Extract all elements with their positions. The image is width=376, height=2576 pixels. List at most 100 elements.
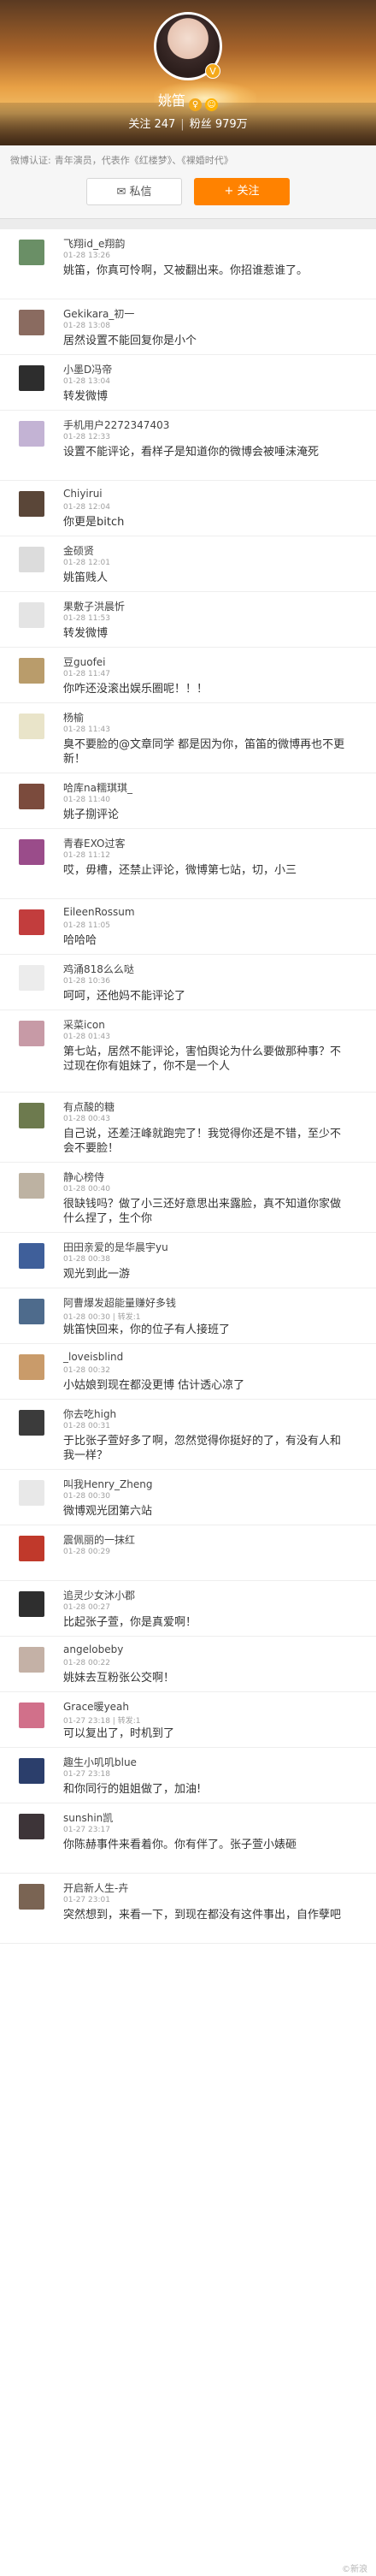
mail-icon: ✉ (116, 186, 126, 198)
comment-item[interactable]: _loveisblind 01-28 00:32 小姑娘到现在都没更博 估计透心凉了 (0, 1344, 376, 1400)
commenter-avatar[interactable] (19, 1299, 44, 1324)
comment-item[interactable]: 趣生小叽叽blue 01-27 23:18 和你同行的姐姐做了，加油! (0, 1748, 376, 1803)
commenter-name[interactable]: Gekikara_初一 (63, 306, 134, 321)
commenter-avatar[interactable] (19, 1103, 44, 1128)
commenter-name[interactable]: 青春EXO过客 (63, 836, 125, 850)
comment-item[interactable]: 震佩丽的一抹红 01-28 00:29 (0, 1525, 376, 1581)
comment-text: 突然想到，来看一下，到现在都没有这件事出，自作孽吧 (63, 1909, 342, 1922)
commenter-avatar[interactable] (19, 1884, 44, 1910)
commenter-avatar[interactable] (19, 1173, 44, 1199)
comment-item[interactable]: 哈库na糯琪琪_ 01-28 11:40 姚子捌评论 (0, 773, 376, 829)
commenter-name[interactable]: 叫我Henry_Zheng (63, 1477, 152, 1491)
member-icon: ☺ (205, 98, 218, 111)
commenter-name[interactable]: 金硕贤 (63, 543, 94, 558)
comment-time: 01-28 00:30 (63, 1492, 110, 1501)
commenter-avatar[interactable] (19, 1591, 44, 1617)
comment-item[interactable]: 金硕贤 01-28 12:01 姚笛贱人 (0, 536, 376, 592)
commenter-avatar[interactable] (19, 965, 44, 991)
comment-item[interactable]: 有点酸的糖 01-28 00:43 自己说，还差汪峰就跑完了！我觉得你还是不错，至少… (0, 1093, 376, 1163)
commenter-avatar[interactable] (19, 784, 44, 809)
commenter-avatar[interactable] (19, 1647, 44, 1673)
commenter-avatar[interactable] (19, 491, 44, 517)
commenter-avatar[interactable] (19, 658, 44, 684)
comment-item[interactable]: sunshin凯 01-27 23:17 你陈赫事件来看着你。你有伴了。张子萱小婊砸 (0, 1803, 376, 1874)
commenter-avatar[interactable] (19, 909, 44, 935)
fans-link[interactable]: 粉丝 979万 (190, 118, 248, 131)
commenter-avatar[interactable] (19, 1410, 44, 1436)
comment-time: 01-28 11:05 (63, 921, 110, 930)
commenter-avatar[interactable] (19, 310, 44, 335)
comment-item[interactable]: 青春EXO过客 01-28 11:12 哎，毋槽，还禁止评论，微博第七站，切，小三 (0, 829, 376, 899)
commenter-avatar[interactable] (19, 1243, 44, 1269)
comment-time: 01-28 00:29 (63, 1548, 110, 1556)
comment-text: 你咋还没滚出娱乐圈呢！！！ (63, 683, 209, 696)
commenter-name[interactable]: 哈库na糯琪琪_ (63, 780, 132, 795)
commenter-avatar[interactable] (19, 1354, 44, 1380)
commenter-avatar[interactable] (19, 1536, 44, 1561)
comment-item[interactable]: Gekikara_初一 01-28 13:08 居然设置不能回复你是小个 (0, 299, 376, 355)
commenter-name[interactable]: 杨榆 (63, 710, 84, 725)
comment-item[interactable]: 豆guofei 01-28 11:47 你咋还没滚出娱乐圈呢！！！ (0, 648, 376, 703)
message-button[interactable]: ✉ 私信 (86, 178, 182, 205)
commenter-name[interactable]: Grace暖yeah (63, 1699, 129, 1714)
comment-item[interactable]: 追灵少女沐小郡 01-28 00:27 比起张子萱，你是真爱啊！ (0, 1581, 376, 1637)
commenter-name[interactable]: Chiyirui (63, 488, 103, 500)
commenter-avatar[interactable] (19, 547, 44, 572)
commenter-name[interactable]: 豆guofei (63, 654, 106, 669)
commenter-avatar[interactable] (19, 839, 44, 865)
follow-link[interactable]: 关注 247 (128, 118, 175, 131)
commenter-avatar[interactable] (19, 714, 44, 739)
commenter-avatar[interactable] (19, 1480, 44, 1506)
commenter-avatar[interactable] (19, 421, 44, 447)
follow-button[interactable]: + 关注 (194, 178, 290, 205)
commenter-name[interactable]: 开启新人生-卉 (63, 1880, 128, 1895)
commenter-avatar[interactable] (19, 1814, 44, 1839)
comment-item[interactable]: 阿曹爆发超能量赚好多钱 01-28 00:30 | 转发:1 姚笛快回来，你的位子有… (0, 1288, 376, 1344)
comment-item[interactable]: 果敷子洪晨忻 01-28 11:53 转发微博 (0, 592, 376, 648)
commenter-avatar[interactable] (19, 1758, 44, 1784)
commenter-name[interactable]: 追灵少女沐小郡 (63, 1588, 135, 1602)
commenter-avatar[interactable] (19, 1021, 44, 1046)
commenter-name[interactable]: 田田亲爱的是华晨宇yu (63, 1240, 168, 1254)
comment-item[interactable]: 你去吃high 01-28 00:31 于比张子萱好多了啊，忽然觉得你挺好的了，有没… (0, 1400, 376, 1470)
comment-item[interactable]: Grace暖yeah 01-27 23:18 | 转发:1 可以复出了，时机到了 (0, 1692, 376, 1748)
comment-item[interactable]: 采菜icon 01-28 01:43 第七站，居然不能评论，害怕舆论为什么要做那种事… (0, 1010, 376, 1093)
comment-time: 01-28 13:26 (63, 252, 110, 260)
commenter-name[interactable]: 采菜icon (63, 1017, 105, 1032)
commenter-name[interactable]: 有点酸的糖 (63, 1099, 115, 1114)
comment-item[interactable]: 杨榆 01-28 11:43 臭不要脸的@文章同学 都是因为你，笛笛的微博再也不更新… (0, 703, 376, 773)
comment-item[interactable]: EileenRossum 01-28 11:05 哈哈哈 (0, 899, 376, 955)
comment-item[interactable]: angelobeby 01-28 00:22 姚妹去互粉张公交啊！ (0, 1637, 376, 1692)
commenter-name[interactable]: 阿曹爆发超能量赚好多钱 (63, 1295, 176, 1310)
commenter-name[interactable]: 趣生小叽叽blue (63, 1755, 137, 1769)
commenter-name[interactable]: 果敷子洪晨忻 (63, 599, 125, 613)
commenter-name[interactable]: 鸡涌818么么哒 (63, 962, 134, 976)
commenter-name[interactable]: 你去吃high (63, 1406, 116, 1421)
comment-text: 姚笛，你真可怜啊，又被翻出来。你招谁惹谁了。 (63, 264, 308, 277)
comment-item[interactable]: 田田亲爱的是华晨宇yu 01-28 00:38 观光到此一游 (0, 1233, 376, 1288)
commenter-name[interactable]: 震佩丽的一抹红 (63, 1532, 135, 1547)
comment-item[interactable]: 手机用户2272347403 01-28 12:33 设置不能评论，看样子是知道你的… (0, 411, 376, 481)
comment-item[interactable]: 鸡涌818么么哒 01-28 10:36 呵呵，还他妈不能评论了 (0, 955, 376, 1010)
comment-item[interactable]: 小墨D冯帝 01-28 13:04 转发微博 (0, 355, 376, 411)
commenter-avatar[interactable] (19, 602, 44, 628)
commenter-name[interactable]: _loveisblind (63, 1351, 123, 1363)
commenter-name[interactable]: EileenRossum (63, 906, 135, 918)
commenter-avatar[interactable] (19, 365, 44, 391)
commenter-name[interactable]: 静心榜侍 (63, 1170, 104, 1184)
comment-time: 01-28 13:08 (63, 322, 110, 330)
commenter-name[interactable]: 小墨D冯帝 (63, 362, 112, 376)
comment-item[interactable]: 飞翔id_e翔韵 01-28 13:26 姚笛，你真可怜啊，又被翻出来。你招谁惹谁了… (0, 229, 376, 299)
commenter-avatar[interactable] (19, 1703, 44, 1728)
commenter-name[interactable]: angelobeby (63, 1643, 123, 1655)
comment-time: 01-28 00:43 (63, 1115, 110, 1123)
comment-item[interactable]: 静心榜侍 01-28 00:40 很缺钱吗？做了小三还好意思出来露脸，真不知道你家做… (0, 1163, 376, 1233)
comment-item[interactable]: Chiyirui 01-28 12:04 你更是bitch (0, 481, 376, 536)
commenter-name[interactable]: 飞翔id_e翔韵 (63, 236, 125, 251)
comment-item[interactable]: 叫我Henry_Zheng 01-28 00:30 微博观光团第六站 (0, 1470, 376, 1525)
commenter-avatar[interactable] (19, 240, 44, 265)
comment-text: 和你同行的姐姐做了，加油! (63, 1783, 202, 1796)
comment-item[interactable]: 开启新人生-卉 01-27 23:01 突然想到，来看一下，到现在都没有这件事出，自… (0, 1874, 376, 1944)
commenter-name[interactable]: 手机用户2272347403 (63, 417, 169, 432)
commenter-name[interactable]: sunshin凯 (63, 1810, 113, 1825)
